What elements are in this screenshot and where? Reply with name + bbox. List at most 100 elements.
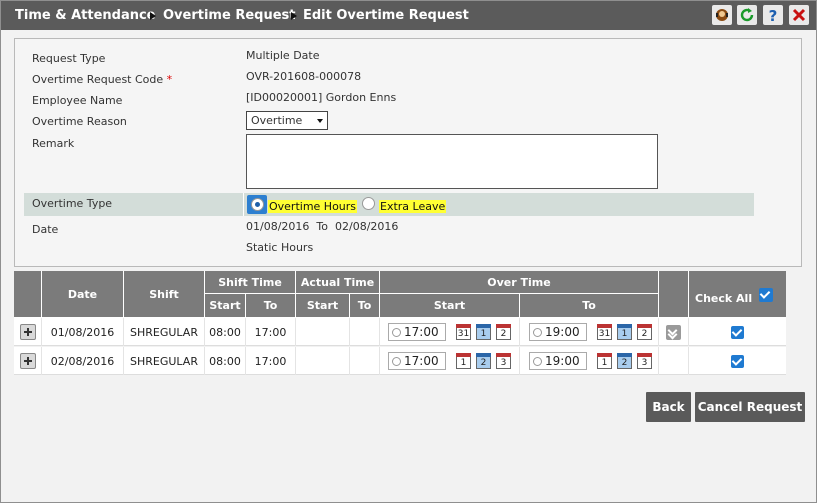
row-action-cell (659, 318, 689, 346)
request-code-label-text: Overtime Request Code (32, 73, 164, 86)
calendar-current-day-icon[interactable]: 1 (476, 324, 491, 340)
grid-header-shift: Shift (124, 271, 205, 318)
date-label: Date (32, 223, 59, 236)
row-actual-start (296, 318, 350, 346)
row-actual-to (350, 347, 380, 375)
expand-plus-icon[interactable] (19, 353, 36, 369)
calendar-next-day-icon[interactable]: 2 (637, 324, 652, 340)
calendar-current-day-icon[interactable]: 2 (617, 353, 632, 369)
hours-mode-value: Static Hours (246, 241, 314, 254)
extra-leave-label[interactable]: Extra Leave (379, 200, 447, 213)
employee-name-label: Employee Name (32, 94, 123, 107)
page-title: Edit Overtime Request (303, 8, 469, 23)
row-shift-to: 17:00 (246, 347, 296, 375)
grid-header-shift-time: Shift Time (205, 271, 296, 294)
overtime-type-divider (243, 193, 244, 216)
grid-header-action (659, 271, 689, 318)
ot-to-time-input[interactable]: 19:00 (529, 352, 587, 370)
row-check-cell (689, 318, 786, 346)
overtime-hours-label[interactable]: Overtime Hours (268, 200, 358, 213)
row-ot-start-cell: 17:00 1 2 3 (380, 347, 520, 375)
grid-header-ot-to: To (520, 294, 659, 318)
calendar-prev-day-icon[interactable]: 1 (597, 353, 612, 369)
row-shift-start: 08:00 (205, 318, 246, 346)
row-ot-to-cell: 19:00 31 1 2 (520, 318, 659, 346)
user-support-icon[interactable] (712, 5, 732, 25)
breadcrumb-separator-icon (150, 12, 156, 20)
request-form-panel: Request Type Multiple Date Overtime Requ… (14, 38, 802, 267)
row-actual-to (350, 318, 380, 346)
ot-start-time-value: 17:00 (404, 325, 439, 339)
overtime-type-row: Overtime Type Overtime Hours Extra Leave (24, 193, 754, 216)
remark-textarea[interactable] (246, 134, 658, 189)
overtime-type-label: Overtime Type (32, 197, 113, 210)
grid-header-date: Date (42, 271, 124, 318)
breadcrumb-separator-icon (291, 12, 297, 20)
cancel-request-button[interactable]: Cancel Request (695, 392, 805, 422)
ot-to-time-input[interactable]: 19:00 (529, 323, 587, 341)
row-checkbox[interactable] (731, 354, 744, 368)
table-row: 01/08/2016 SHREGULAR 08:00 17:00 17:00 3… (14, 318, 786, 346)
expand-cell (14, 347, 42, 375)
clock-icon (533, 357, 542, 366)
refresh-icon[interactable] (737, 5, 757, 25)
close-icon[interactable] (789, 5, 809, 25)
clock-icon (392, 357, 401, 366)
overtime-reason-label: Overtime Reason (32, 115, 127, 128)
ot-to-time-value: 19:00 (545, 325, 580, 339)
breadcrumb-time-attendance[interactable]: Time & Attendance (15, 8, 156, 23)
grid-header-check-all: Check All (689, 271, 786, 318)
row-ot-start-cell: 17:00 31 1 2 (380, 318, 520, 346)
expand-cell (14, 318, 42, 346)
row-check-cell (689, 347, 786, 375)
grid-header-shift-start: Start (205, 294, 246, 318)
calendar-next-day-icon[interactable]: 3 (637, 353, 652, 369)
date-from: 01/08/2016 (246, 220, 310, 233)
calendar-next-day-icon[interactable]: 3 (496, 353, 511, 369)
request-type-value: Multiple Date (246, 49, 320, 62)
grid-header-over-time: Over Time (380, 271, 659, 294)
clock-icon (533, 328, 542, 337)
overtime-reason-value: Overtime (251, 114, 303, 127)
back-button[interactable]: Back (646, 392, 691, 422)
row-date: 02/08/2016 (42, 347, 124, 375)
table-row: 02/08/2016 SHREGULAR 08:00 17:00 17:00 1… (14, 347, 786, 375)
row-shift-start: 08:00 (205, 347, 246, 375)
row-action-cell (659, 347, 689, 375)
check-all-checkbox[interactable] (759, 288, 773, 302)
breadcrumb-overtime-request[interactable]: Overtime Request (163, 8, 295, 23)
grid-header-actual-time: Actual Time (296, 271, 380, 294)
calendar-prev-day-icon[interactable]: 31 (456, 324, 471, 340)
ot-to-time-value: 19:00 (545, 354, 580, 368)
extra-leave-radio[interactable] (362, 197, 375, 210)
overtime-reason-select[interactable]: Overtime (246, 111, 328, 130)
calendar-current-day-icon[interactable]: 2 (476, 353, 491, 369)
overtime-hours-radio[interactable] (251, 198, 264, 211)
employee-name-value: [ID00020001] Gordon Enns (246, 91, 397, 104)
request-type-label: Request Type (32, 52, 106, 65)
row-shift: SHREGULAR (124, 347, 205, 375)
request-code-value: OVR-201608-000078 (246, 70, 362, 83)
ot-start-time-input[interactable]: 17:00 (388, 352, 446, 370)
row-actual-start (296, 347, 350, 375)
calendar-prev-day-icon[interactable]: 31 (597, 324, 612, 340)
help-icon[interactable]: ? (763, 5, 783, 25)
ot-start-time-input[interactable]: 17:00 (388, 323, 446, 341)
ot-start-time-value: 17:00 (404, 354, 439, 368)
grid-header-actual-start: Start (296, 294, 350, 318)
calendar-current-day-icon[interactable]: 1 (617, 324, 632, 340)
remark-label: Remark (32, 137, 75, 150)
date-to: 02/08/2016 (335, 220, 399, 233)
grid-header-actual-to: To (350, 294, 380, 318)
calendar-prev-day-icon[interactable]: 1 (456, 353, 471, 369)
chevron-down-icon (317, 119, 323, 123)
check-all-label: Check All (695, 292, 753, 305)
copy-down-icon[interactable] (666, 324, 681, 340)
request-code-label: Overtime Request Code * (32, 73, 172, 86)
calendar-next-day-icon[interactable]: 2 (496, 324, 511, 340)
row-date: 01/08/2016 (42, 318, 124, 346)
svg-text:?: ? (769, 7, 778, 23)
grid-header-ot-start: Start (380, 294, 520, 318)
row-checkbox[interactable] (731, 325, 744, 339)
expand-plus-icon[interactable] (19, 324, 36, 340)
